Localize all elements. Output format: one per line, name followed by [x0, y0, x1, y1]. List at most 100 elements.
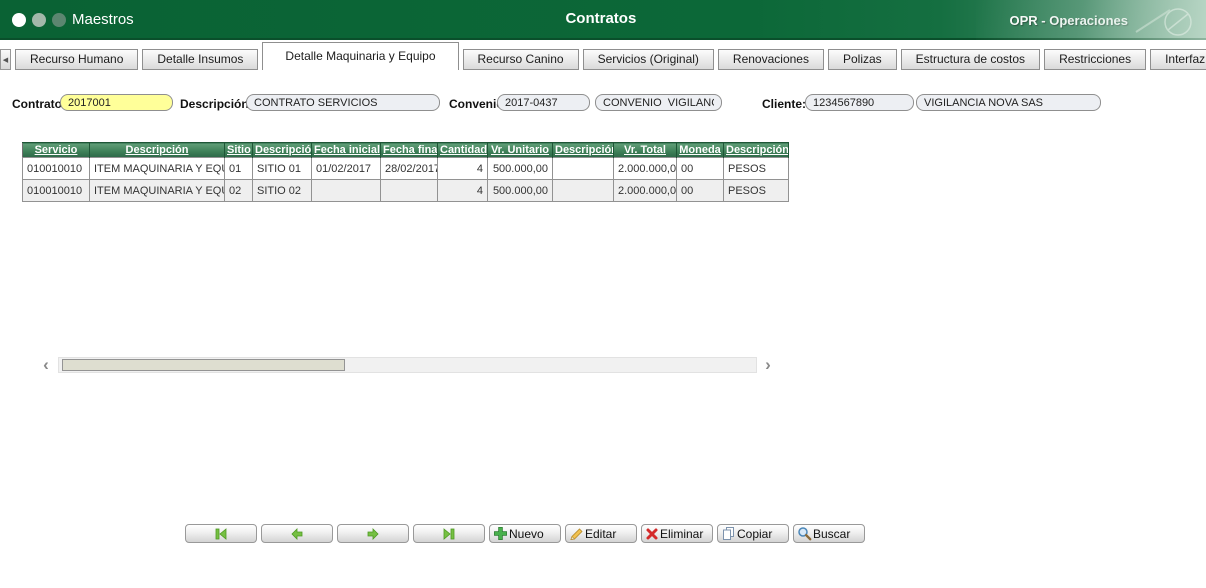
table-cell: 2.000.000,00 [613, 179, 677, 202]
contrato-input[interactable] [60, 94, 173, 111]
copy-icon [721, 526, 736, 541]
descripcion-label: Descripción: [180, 97, 253, 111]
tab-detalle-insumos[interactable]: Detalle Insumos [142, 49, 259, 70]
window-dot-3[interactable] [52, 13, 66, 27]
previous-record-icon [289, 527, 305, 541]
column-header-descripci-n[interactable]: Descripción [552, 142, 614, 158]
last-record-button[interactable] [413, 524, 485, 543]
eliminar-button[interactable]: Eliminar [641, 524, 713, 543]
tab-recurso-humano[interactable]: Recurso Humano [15, 49, 139, 70]
column-header-vr-unitario[interactable]: Vr. Unitario [487, 142, 553, 158]
table-cell: 01/02/2017 [311, 157, 381, 180]
tab-recurso-canino[interactable]: Recurso Canino [462, 49, 579, 70]
tab-estructura-de-costos[interactable]: Estructura de costos [900, 49, 1041, 70]
tab-detalle-maquinaria-y-equipo[interactable]: Detalle Maquinaria y Equipo [262, 42, 459, 70]
table-cell: 500.000,00 [487, 157, 553, 180]
detail-table: ServicioDescripciónSitioDescripciónFecha… [22, 142, 789, 202]
table-cell: 00 [676, 157, 724, 180]
scrollbar-track[interactable] [58, 357, 757, 373]
column-header-descripci-n[interactable]: Descripción [252, 142, 312, 158]
button-label: Buscar [813, 526, 851, 541]
column-header-moneda[interactable]: Moneda [676, 142, 724, 158]
button-label: Copiar [737, 526, 773, 541]
app-name: Maestros [72, 11, 134, 28]
scroll-left-icon[interactable]: ‹ [38, 356, 54, 374]
first-record-icon [212, 527, 230, 541]
button-label: Eliminar [660, 526, 704, 541]
column-header-descripci-n[interactable]: Descripción [723, 142, 789, 158]
column-header-sitio[interactable]: Sitio [224, 142, 253, 158]
next-record-button[interactable] [337, 524, 409, 543]
scrollbar-thumb[interactable] [62, 359, 345, 371]
horizontal-scrollbar: ‹ › [0, 356, 790, 376]
table-cell: 010010010 [22, 157, 90, 180]
column-header-servicio[interactable]: Servicio [22, 142, 90, 158]
button-label: Nuevo [509, 526, 544, 541]
first-record-button[interactable] [185, 524, 257, 543]
compass-icon [1135, 8, 1192, 36]
table-body: 010010010ITEM MAQUINARIA Y EQUIPO01SITIO… [22, 157, 789, 202]
cliente-input[interactable] [805, 94, 914, 111]
toolbar: Nuevo Editar Eliminar Copiar Buscar [185, 524, 865, 543]
table-cell: PESOS [723, 179, 789, 202]
last-record-icon [440, 527, 458, 541]
descripcion-input[interactable] [246, 94, 440, 111]
table-row[interactable]: 010010010ITEM MAQUINARIA Y EQUIPO02SITIO… [22, 179, 789, 202]
next-record-icon [365, 527, 381, 541]
tab-list: Recurso Humano Detalle Insumos Detalle Maq… [11, 42, 1206, 70]
buscar-button[interactable]: Buscar [793, 524, 865, 543]
cliente-label: Cliente: [762, 97, 807, 111]
nuevo-button[interactable]: Nuevo [489, 524, 561, 543]
table-cell: 4 [437, 179, 488, 202]
column-header-fecha-final[interactable]: Fecha final [380, 142, 438, 158]
table-cell: PESOS [723, 157, 789, 180]
table-cell: SITIO 02 [252, 179, 312, 202]
module-label: OPR - Operaciones [1009, 13, 1128, 28]
button-label: Editar [585, 526, 617, 541]
tab-interfaz-n-mina[interactable]: Interfaz Nómina [1150, 49, 1206, 70]
table-cell: 4 [437, 157, 488, 180]
copiar-button[interactable]: Copiar [717, 524, 789, 543]
window-controls [12, 13, 66, 27]
tab-renovaciones[interactable]: Renovaciones [717, 49, 824, 70]
convenio-input[interactable] [497, 94, 590, 111]
cliente-name-input[interactable] [916, 94, 1101, 111]
table-header-row: ServicioDescripciónSitioDescripciónFecha… [22, 142, 789, 158]
tab-scroll-left-button[interactable]: ◀ [0, 49, 11, 70]
search-icon [797, 526, 812, 541]
table-cell: 2.000.000,00 [613, 157, 677, 180]
editar-button[interactable]: Editar [565, 524, 637, 543]
table-cell: ITEM MAQUINARIA Y EQUIPO [89, 179, 225, 202]
table-cell: 500.000,00 [487, 179, 553, 202]
page-title: Contratos [565, 10, 637, 27]
table-cell [380, 179, 438, 202]
table-cell [552, 157, 614, 180]
table-cell [552, 179, 614, 202]
table-cell: 28/02/2017 [380, 157, 438, 180]
table-row[interactable]: 010010010ITEM MAQUINARIA Y EQUIPO01SITIO… [22, 157, 789, 180]
contrato-label: Contrato: [12, 97, 66, 111]
window-dot-2[interactable] [32, 13, 46, 27]
column-header-descripci-n[interactable]: Descripción [89, 142, 225, 158]
table-cell: 02 [224, 179, 253, 202]
column-header-vr-total[interactable]: Vr. Total [613, 142, 677, 158]
column-header-fecha-inicial[interactable]: Fecha inicial [311, 142, 381, 158]
table-cell: ITEM MAQUINARIA Y EQUIPO [89, 157, 225, 180]
tab-strip: ◀ Recurso Humano Detalle Insumos Detalle M… [0, 42, 1206, 70]
table-cell [311, 179, 381, 202]
table-cell: 00 [676, 179, 724, 202]
titlebar: Maestros Contratos OPR - Operaciones [0, 0, 1206, 40]
plus-icon [493, 526, 508, 541]
table-cell: 010010010 [22, 179, 90, 202]
window-dot-1[interactable] [12, 13, 26, 27]
tab-polizas[interactable]: Polizas [827, 49, 897, 70]
convenio-name-input[interactable] [595, 94, 722, 111]
tab-servicios-original[interactable]: Servicios (Original) [582, 49, 714, 70]
scroll-right-icon[interactable]: › [760, 356, 776, 374]
delete-x-icon [645, 527, 659, 541]
table-cell: 01 [224, 157, 253, 180]
previous-record-button[interactable] [261, 524, 333, 543]
pencil-icon [569, 527, 584, 541]
column-header-cantidad[interactable]: Cantidad [437, 142, 488, 158]
tab-restricciones[interactable]: Restricciones [1044, 49, 1147, 70]
